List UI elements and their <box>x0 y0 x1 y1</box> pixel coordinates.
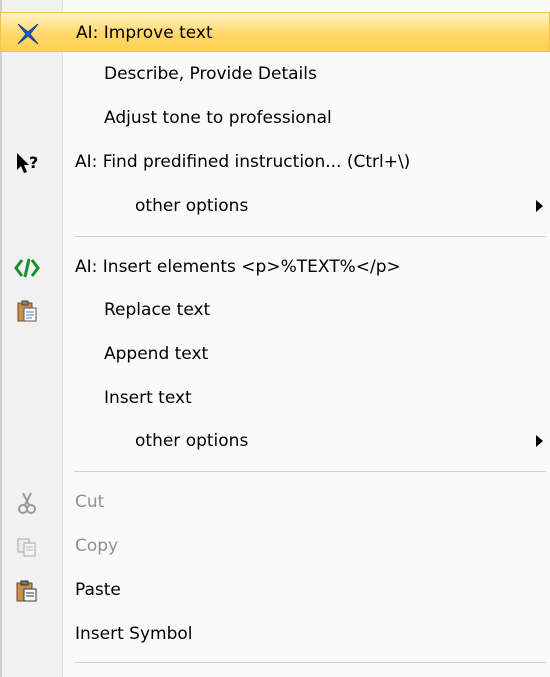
menu-item-label: Append text <box>104 344 209 364</box>
svg-text:?: ? <box>29 153 38 172</box>
menu-item-label: AI: Find predifined instruction... (Ctrl… <box>75 152 411 172</box>
menu-item-replace-text[interactable]: Replace text <box>0 290 550 330</box>
menu-item-other-options-2[interactable]: other options <box>0 421 550 461</box>
menu-separator <box>74 471 546 472</box>
menu-item-other-options-1[interactable]: other options <box>0 186 550 226</box>
menu-item-label: AI: Improve text <box>76 23 213 43</box>
menu-item-label: AI: Insert elements <p>%TEXT%</p> <box>75 257 401 277</box>
menu-item-label: Adjust tone to professional <box>104 108 332 128</box>
menu-item-describe[interactable]: Describe, Provide Details <box>0 54 550 94</box>
code-tag-icon <box>14 255 40 281</box>
context-menu: AI: Improve text Describe, Provide Detai… <box>0 0 550 677</box>
menu-item-insert-symbol[interactable]: Insert Symbol <box>0 614 550 654</box>
menu-item-append-text[interactable]: Append text <box>0 334 550 374</box>
submenu-arrow-icon <box>536 435 543 447</box>
menu-item-label: other options <box>135 196 249 216</box>
menu-item-copy[interactable]: Copy <box>0 526 550 566</box>
menu-item-label: Replace text <box>104 300 211 320</box>
menu-item-label: other options <box>135 431 249 451</box>
menu-item-label: Describe, Provide Details <box>104 64 317 84</box>
copy-icon <box>14 534 40 560</box>
menu-item-insert-elements[interactable]: AI: Insert elements <p>%TEXT%</p> <box>0 247 550 287</box>
menu-item-insert-text[interactable]: Insert text <box>0 378 550 418</box>
paste-icon <box>14 578 40 604</box>
clipboard-icon <box>14 298 40 324</box>
menu-item-label: Copy <box>75 536 119 556</box>
menu-item-label: Insert text <box>104 388 192 408</box>
menu-item-cut[interactable]: Cut <box>0 482 550 522</box>
menu-item-find-instruction[interactable]: ? AI: Find predifined instruction... (Ct… <box>0 142 550 182</box>
menu-separator <box>74 236 546 237</box>
menu-item-label: Cut <box>75 492 105 512</box>
help-pointer-icon: ? <box>14 150 40 176</box>
menu-item-ai-improve-text[interactable]: AI: Improve text <box>0 12 550 52</box>
scissors-icon <box>14 490 40 516</box>
menu-item-label: Paste <box>75 580 121 600</box>
menu-item-adjust-tone[interactable]: Adjust tone to professional <box>0 98 550 138</box>
ai-star-icon <box>15 21 41 47</box>
submenu-arrow-icon <box>536 200 543 212</box>
menu-separator <box>74 662 546 663</box>
menu-item-paste[interactable]: Paste <box>0 570 550 610</box>
menu-item-label: Insert Symbol <box>75 624 193 644</box>
